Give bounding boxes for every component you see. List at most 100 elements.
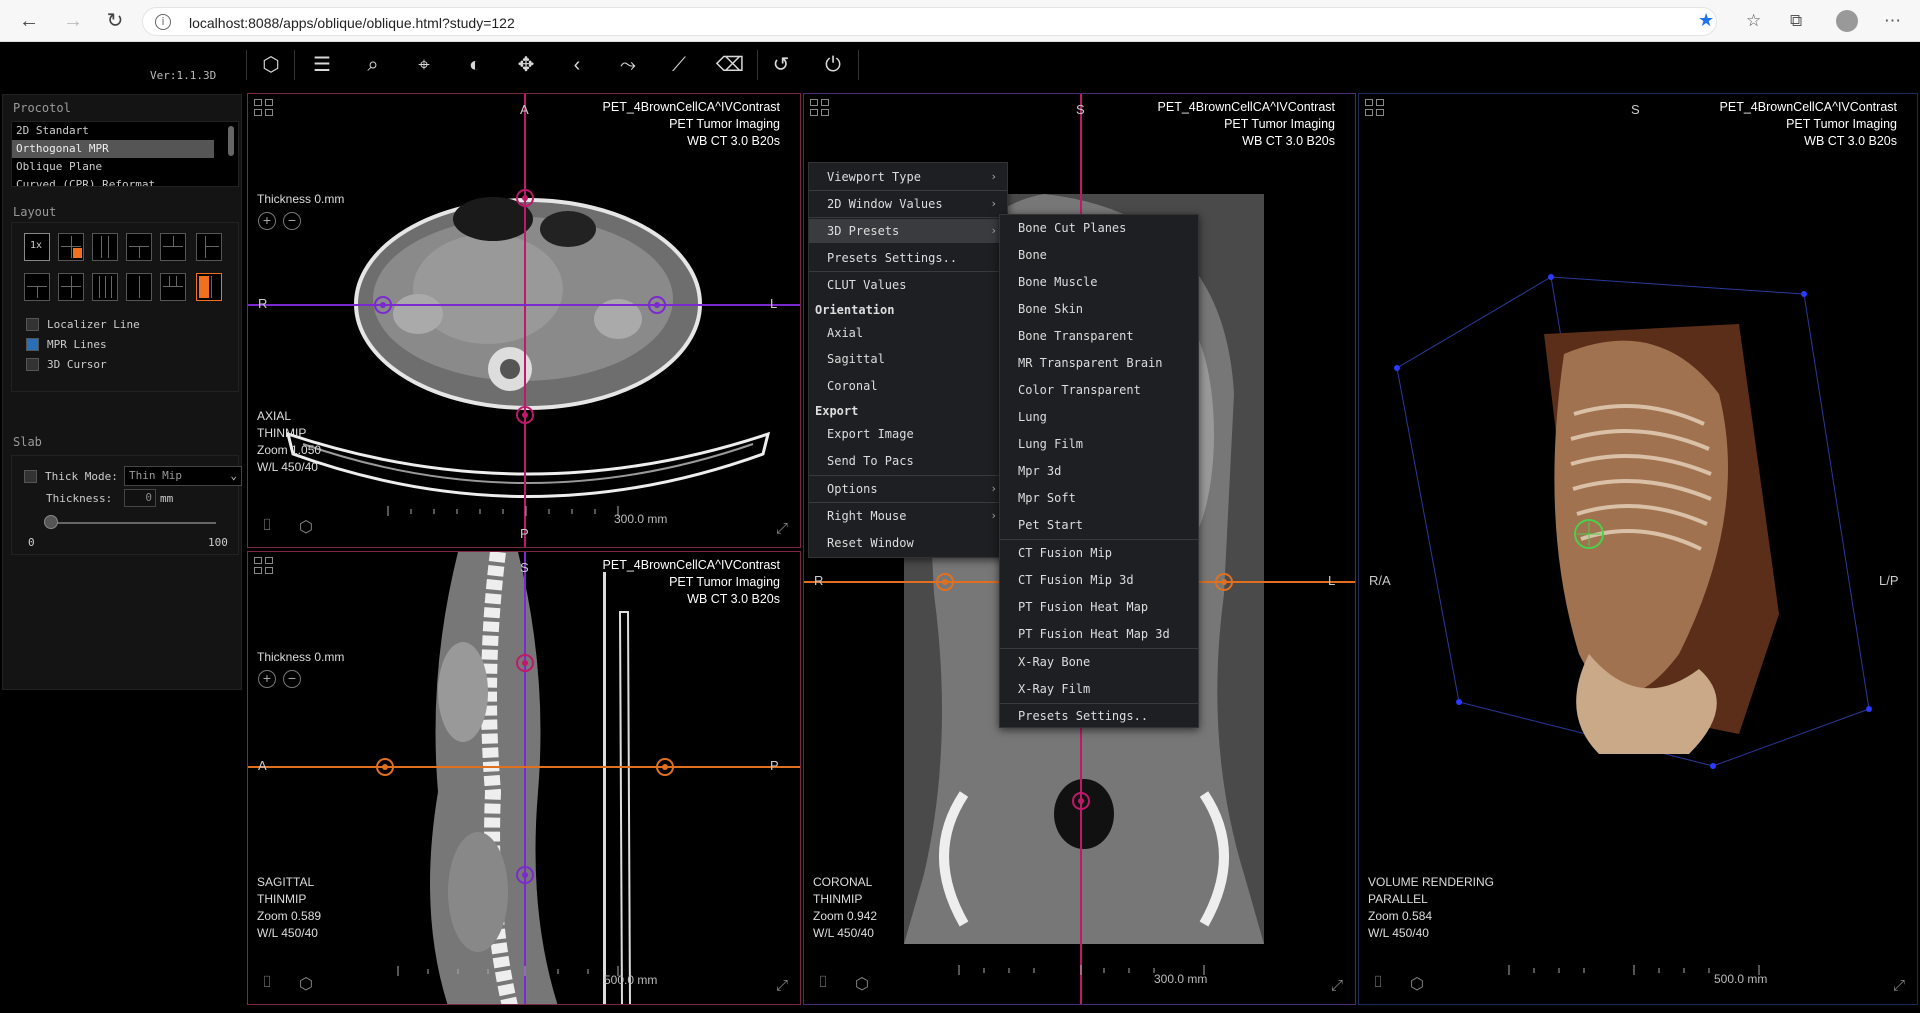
protocol-item[interactable]: Oblique Plane (12, 158, 238, 176)
menu-item-send-to-pacs[interactable]: Send To Pacs (809, 449, 1007, 473)
preset-item[interactable]: PT Fusion Heat Map (1000, 594, 1198, 621)
zoom-out-icon[interactable]: − (283, 670, 301, 688)
preset-item[interactable]: Mpr 3d (1000, 458, 1198, 485)
profile-avatar[interactable] (1836, 10, 1858, 32)
layout-3col-button[interactable] (92, 233, 118, 261)
curve-icon[interactable]: ⤳ (611, 50, 645, 80)
protocol-item-selected[interactable]: Orthogonal MPR (12, 140, 214, 158)
viewport-grid-icon[interactable] (1365, 99, 1387, 119)
layout-1x-button[interactable]: 1x (24, 233, 50, 261)
mpr-lines-checkbox[interactable] (26, 338, 39, 352)
thick-mode-select[interactable]: Thin Mip ⌄ (124, 466, 242, 486)
preset-item[interactable]: Pet Start (1000, 512, 1198, 539)
info-icon[interactable]: i (155, 14, 171, 30)
address-bar[interactable]: i localhost:8088/apps/oblique/oblique.ht… (142, 7, 1717, 36)
preset-item[interactable]: Lung Film (1000, 431, 1198, 458)
power-icon[interactable]: ⏻ (816, 50, 850, 80)
protocol-scrollbar[interactable] (228, 126, 234, 156)
thick-mode-checkbox[interactable] (24, 470, 37, 484)
expand-icon[interactable]: ⤢ (1331, 977, 1343, 994)
layout-4col-button[interactable] (92, 273, 118, 301)
layout-2col-button[interactable] (126, 273, 152, 301)
sagittal-image[interactable] (248, 552, 801, 1005)
menu-item-window-values[interactable]: 2D Window Values › (809, 192, 1007, 216)
cube-icon[interactable]: ⬡ (254, 50, 288, 80)
thickness-slider-track[interactable] (50, 522, 216, 524)
menu-item-coronal[interactable]: Coronal (809, 374, 1007, 398)
preset-item[interactable]: Bone Cut Planes (1000, 215, 1198, 242)
viewport-grid-icon[interactable] (810, 99, 832, 119)
protocol-item[interactable]: 2D Standart (12, 122, 238, 140)
eraser-icon[interactable]: ⌫ (713, 50, 747, 80)
menu-item-sagittal[interactable]: Sagittal (809, 347, 1007, 371)
expand-icon[interactable]: ⤢ (1893, 977, 1905, 994)
url-text[interactable]: localhost:8088/apps/oblique/oblique.html… (189, 15, 515, 31)
layout-2x2-button[interactable] (58, 233, 84, 261)
expand-icon[interactable]: ⤢ (776, 977, 788, 994)
mpr-lines-toggle[interactable]: MPR Lines (26, 336, 107, 352)
menu-item-options[interactable]: Options › (809, 477, 1007, 501)
collections-icon[interactable]: ⧉ (1790, 11, 1802, 31)
menu-item-3d-presets[interactable]: 3D Presets › (809, 219, 1007, 243)
zoom-in-icon[interactable]: + (258, 212, 276, 230)
layout-2top-1bottom-button[interactable] (160, 233, 186, 261)
zoom-icon[interactable]: ⌕ (356, 50, 390, 80)
menu-item-presets-settings[interactable]: Presets Settings.. (809, 246, 1007, 270)
menu-item-reset-window[interactable]: Reset Window (809, 531, 1007, 555)
back-icon[interactable]: ‹ (560, 50, 594, 80)
cube-icon[interactable]: ⬡ (296, 517, 316, 537)
preset-item[interactable]: PT Fusion Heat Map 3d (1000, 621, 1198, 648)
contrast-icon[interactable]: ◐ (458, 50, 492, 80)
back-arrow-icon[interactable]: ← (16, 8, 42, 34)
thickness-slider-knob[interactable] (44, 515, 58, 529)
preset-item[interactable]: CT Fusion Mip 3d (1000, 567, 1198, 594)
bookmark-star-icon[interactable]: ★ (1698, 10, 1714, 31)
volume-viewport[interactable]: PET_4BrownCellCA^IVContrast PET Tumor Im… (1358, 93, 1918, 1005)
menu-item-right-mouse[interactable]: Right Mouse › (809, 504, 1007, 528)
axial-image[interactable] (248, 94, 801, 548)
menu-item-clut-values[interactable]: CLUT Values (809, 273, 1007, 297)
layout-custom-button[interactable] (196, 273, 222, 301)
viewport-grid-icon[interactable] (254, 99, 276, 119)
reset-icon[interactable]: ↺ (764, 50, 798, 80)
camera-icon[interactable]: ⌷ (813, 974, 833, 994)
preset-item[interactable]: X-Ray Film (1000, 676, 1198, 703)
reload-icon[interactable]: ↻ (102, 8, 128, 34)
layout-3top-1bottom-button[interactable] (160, 273, 186, 301)
camera-icon[interactable]: ⌷ (257, 974, 277, 994)
layout-grid-button[interactable] (58, 273, 84, 301)
camera-icon[interactable]: ⌷ (257, 517, 277, 537)
preset-item[interactable]: Bone Skin (1000, 296, 1198, 323)
volume-image[interactable] (1359, 94, 1918, 1005)
3d-cursor-checkbox[interactable] (26, 358, 39, 372)
layout-1left-2right-button[interactable] (196, 233, 222, 261)
preset-item[interactable]: CT Fusion Mip (1000, 540, 1198, 567)
menu-item-export-image[interactable]: Export Image (809, 422, 1007, 446)
more-menu-icon[interactable]: ⋯ (1884, 11, 1901, 31)
cube-icon[interactable]: ⬡ (1407, 974, 1427, 994)
menu-item-axial[interactable]: Axial (809, 321, 1007, 345)
preset-item[interactable]: Bone Muscle (1000, 269, 1198, 296)
preset-item[interactable]: Lung (1000, 404, 1198, 431)
preset-item[interactable]: X-Ray Bone (1000, 649, 1198, 676)
viewport-grid-icon[interactable] (254, 557, 276, 577)
pan-icon[interactable]: ✥ (509, 50, 543, 80)
cube-icon[interactable]: ⬡ (852, 974, 872, 994)
protocol-item[interactable]: Curved (CPR) Reformat (12, 176, 238, 186)
thickness-input[interactable]: 0 (124, 489, 156, 507)
crosshair-icon[interactable]: ⌖ (407, 50, 441, 80)
preset-item[interactable]: Bone (1000, 242, 1198, 269)
cube-icon[interactable]: ⬡ (296, 974, 316, 994)
expand-icon[interactable]: ⤢ (776, 520, 788, 537)
layout-1top-2bottom-button[interactable] (126, 233, 152, 261)
sagittal-viewport[interactable]: PET_4BrownCellCA^IVContrast PET Tumor Im… (247, 551, 801, 1005)
thick-mode-toggle[interactable]: Thick Mode: (24, 468, 118, 484)
layout-2row-button[interactable] (24, 273, 50, 301)
measure-icon[interactable]: ⟋ (662, 50, 696, 80)
protocol-list[interactable]: 2D Standart Orthogonal MPR Oblique Plane… (11, 121, 239, 187)
preset-item[interactable]: Bone Transparent (1000, 323, 1198, 350)
axial-viewport[interactable]: PET_4BrownCellCA^IVContrast PET Tumor Im… (247, 93, 801, 548)
forward-arrow-icon[interactable]: → (60, 8, 86, 34)
preset-item[interactable]: Color Transparent (1000, 377, 1198, 404)
preset-item[interactable]: Presets Settings.. (1000, 703, 1198, 730)
